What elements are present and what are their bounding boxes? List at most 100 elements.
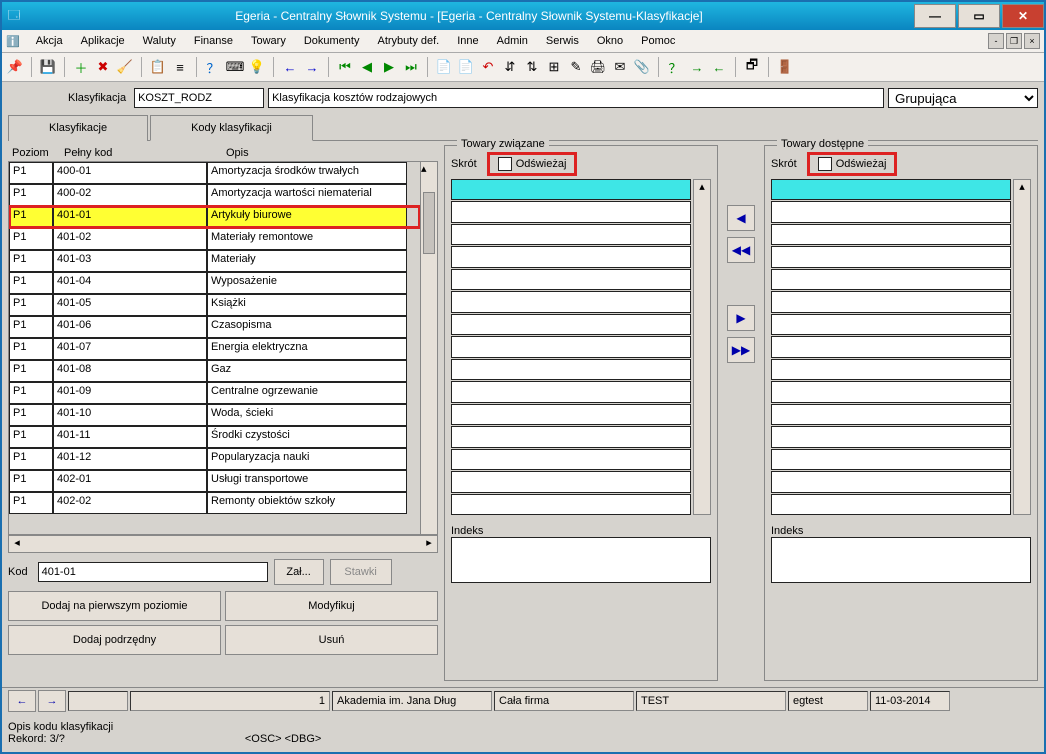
list-dostepne[interactable] xyxy=(771,179,1011,515)
list-item[interactable] xyxy=(451,381,691,402)
list-item[interactable] xyxy=(451,179,691,200)
copy-icon[interactable]: 📋 xyxy=(149,58,167,76)
list-zwiazane-scroll[interactable]: ▴ xyxy=(693,179,711,515)
list-item[interactable] xyxy=(771,494,1011,515)
list-item[interactable] xyxy=(451,291,691,312)
menu-waluty[interactable]: Waluty xyxy=(135,32,184,50)
klasyfikacja-desc-field[interactable]: Klasyfikacja kosztów rodzajowych xyxy=(268,88,884,108)
arrow-left-icon[interactable]: ← xyxy=(281,58,299,76)
arrow-right-icon[interactable]: → xyxy=(303,58,321,76)
scroll-up-icon[interactable]: ▴ xyxy=(421,162,437,175)
table-row[interactable]: P1401-01Artykuły biurowe xyxy=(9,206,420,228)
list-item[interactable] xyxy=(771,404,1011,425)
scroll-up-icon[interactable]: ▴ xyxy=(694,180,710,196)
menu-okno[interactable]: Okno xyxy=(589,32,631,50)
minimize-button[interactable]: — xyxy=(914,4,956,28)
mdi-minimize-button[interactable]: - xyxy=(988,33,1004,49)
list-item[interactable] xyxy=(771,246,1011,267)
table-row[interactable]: P1401-11Środki czystości xyxy=(9,426,420,448)
scroll-right-icon[interactable]: ▸ xyxy=(421,536,437,552)
zal-button[interactable]: Zał... xyxy=(274,559,324,585)
list-item[interactable] xyxy=(451,224,691,245)
attach-icon[interactable]: 📎 xyxy=(633,58,651,76)
menu-finanse[interactable]: Finanse xyxy=(186,32,241,50)
list-item[interactable] xyxy=(771,291,1011,312)
doc-icon[interactable]: 📄 xyxy=(435,58,453,76)
print-icon[interactable]: 🖨 xyxy=(589,58,607,76)
keys-icon[interactable]: ⌨ xyxy=(226,58,244,76)
grid-hscroll[interactable]: ◂▸ xyxy=(8,535,438,553)
table-row[interactable]: P1401-02Materiały remontowe xyxy=(9,228,420,250)
list-item[interactable] xyxy=(771,336,1011,357)
table-row[interactable]: P1400-02Amortyzacja wartości niematerial xyxy=(9,184,420,206)
grid-vscroll[interactable]: ▴ xyxy=(420,162,437,534)
list-item[interactable] xyxy=(451,246,691,267)
mdi-close-button[interactable]: × xyxy=(1024,33,1040,49)
list-item[interactable] xyxy=(771,314,1011,335)
indeks-field-left[interactable] xyxy=(451,537,711,583)
table-row[interactable]: P1401-10Woda, ścieki xyxy=(9,404,420,426)
list-item[interactable] xyxy=(451,494,691,515)
list-item[interactable] xyxy=(451,404,691,425)
move-right-button[interactable]: ▶ xyxy=(727,305,755,331)
list-zwiazane[interactable] xyxy=(451,179,691,515)
menu-akcja[interactable]: Akcja xyxy=(28,32,71,50)
indeks-field-right[interactable] xyxy=(771,537,1031,583)
menu-pomoc[interactable]: Pomoc xyxy=(633,32,683,50)
mdi-restore-button[interactable]: ❐ xyxy=(1006,33,1022,49)
windows-icon[interactable]: 🗗 xyxy=(743,58,761,76)
list-item[interactable] xyxy=(771,471,1011,492)
list-item[interactable] xyxy=(771,201,1011,222)
list-dostepne-scroll[interactable]: ▴ xyxy=(1013,179,1031,515)
dodaj-podrzedny-button[interactable]: Dodaj podrzędny xyxy=(8,625,221,655)
delete-icon[interactable]: ✖ xyxy=(94,58,112,76)
menu-serwis[interactable]: Serwis xyxy=(538,32,587,50)
add-icon[interactable]: ＋ xyxy=(72,58,90,76)
undo-icon[interactable]: ↶ xyxy=(479,58,497,76)
menu-aplikacje[interactable]: Aplikacje xyxy=(73,32,133,50)
list-item[interactable] xyxy=(771,179,1011,200)
updown-icon[interactable]: ⇵ xyxy=(501,58,519,76)
docplus-icon[interactable]: 📄 xyxy=(457,58,475,76)
maximize-button[interactable]: ▭ xyxy=(958,4,1000,28)
nav-prev-button[interactable]: ← xyxy=(8,690,36,712)
tree-icon[interactable]: ⊞ xyxy=(545,58,563,76)
list-item[interactable] xyxy=(451,471,691,492)
usun-button[interactable]: Usuń xyxy=(225,625,438,655)
prev-icon[interactable]: ◀ xyxy=(358,58,376,76)
list-item[interactable] xyxy=(771,381,1011,402)
menu-inne[interactable]: Inne xyxy=(449,32,486,50)
tip-icon[interactable]: 💡 xyxy=(248,58,266,76)
query-icon[interactable]: ？ xyxy=(666,58,684,76)
menu-dokumenty[interactable]: Dokumenty xyxy=(296,32,368,50)
odswiezaj-checkbox-right[interactable] xyxy=(818,157,832,171)
table-row[interactable]: P1401-12Popularyzacja nauki xyxy=(9,448,420,470)
menu-towary[interactable]: Towary xyxy=(243,32,294,50)
list-item[interactable] xyxy=(771,224,1011,245)
grid-body[interactable]: P1400-01Amortyzacja środków trwałychP140… xyxy=(9,162,420,534)
mail-icon[interactable]: ✉ xyxy=(611,58,629,76)
dodaj-pierwszy-button[interactable]: Dodaj na pierwszym poziomie xyxy=(8,591,221,621)
scroll-up-icon[interactable]: ▴ xyxy=(1014,180,1030,196)
table-row[interactable]: P1401-09Centralne ogrzewanie xyxy=(9,382,420,404)
list-item[interactable] xyxy=(451,336,691,357)
menu-atrybuty[interactable]: Atrybuty def. xyxy=(369,32,447,50)
klasyfikacja-code-field[interactable]: KOSZT_RODZ xyxy=(134,88,264,108)
nav-next-button[interactable]: → xyxy=(38,690,66,712)
move-all-left-button[interactable]: ◀◀ xyxy=(727,237,755,263)
first-icon[interactable]: ⏮ xyxy=(336,58,354,76)
scroll-thumb[interactable] xyxy=(423,192,435,254)
sort-icon[interactable]: ⇅ xyxy=(523,58,541,76)
last-icon[interactable]: ⏭ xyxy=(402,58,420,76)
list-item[interactable] xyxy=(771,269,1011,290)
tab-klasyfikacje[interactable]: Klasyfikacje xyxy=(8,115,148,141)
run-left-icon[interactable]: ← xyxy=(710,58,728,76)
table-row[interactable]: P1401-06Czasopisma xyxy=(9,316,420,338)
odswiezaj-checkbox-left[interactable] xyxy=(498,157,512,171)
table-row[interactable]: P1401-03Materiały xyxy=(9,250,420,272)
close-button[interactable]: ✕ xyxy=(1002,4,1044,28)
table-row[interactable]: P1400-01Amortyzacja środków trwałych xyxy=(9,162,420,184)
table-row[interactable]: P1402-01Usługi transportowe xyxy=(9,470,420,492)
table-row[interactable]: P1401-05Książki xyxy=(9,294,420,316)
wand-icon[interactable]: ✎ xyxy=(567,58,585,76)
